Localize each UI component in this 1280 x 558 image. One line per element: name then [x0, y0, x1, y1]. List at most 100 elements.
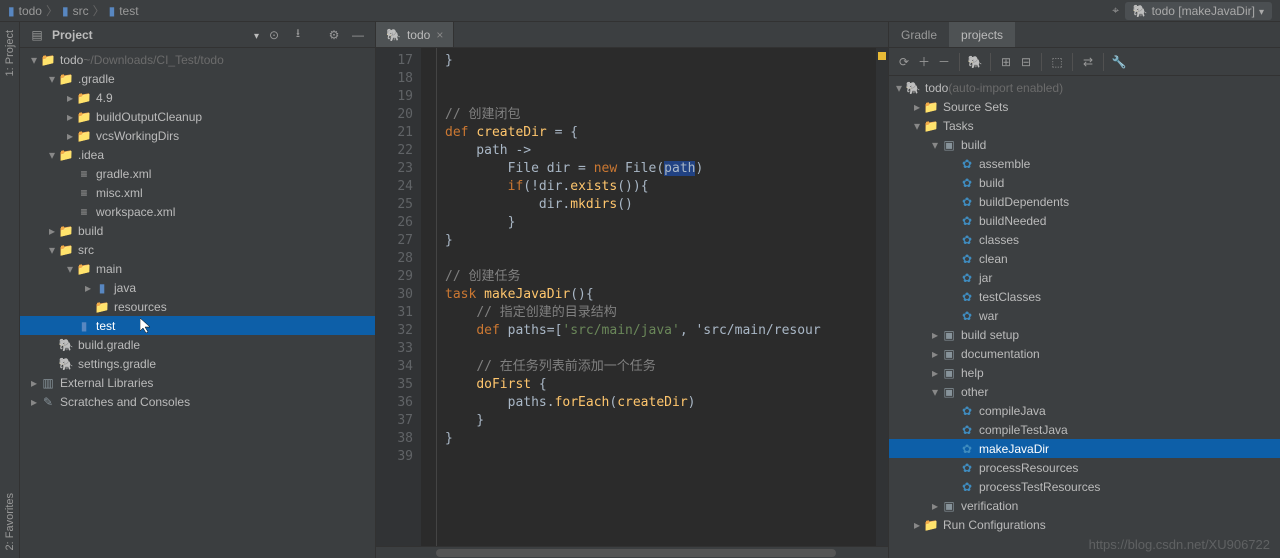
tree-twisty[interactable]	[911, 100, 923, 114]
tree-row[interactable]: 📁.gradle	[20, 69, 375, 88]
collapse-all-icon[interactable]: ⊟	[1017, 53, 1035, 71]
tree-row[interactable]: 📁main	[20, 259, 375, 278]
tree-row[interactable]: ≡misc.xml	[20, 183, 375, 202]
tree-twisty[interactable]	[893, 81, 905, 95]
gradle-tree-row[interactable]: ▣build	[889, 135, 1280, 154]
tree-twisty[interactable]	[82, 281, 94, 295]
gradle-tree-row[interactable]: ▣build setup	[889, 325, 1280, 344]
tree-row[interactable]: 📁4.9	[20, 88, 375, 107]
tree-twisty[interactable]	[911, 518, 923, 532]
gradle-tree-row[interactable]: ✿compileJava	[889, 401, 1280, 420]
gradle-tree-row[interactable]: 📁Run Configurations	[889, 515, 1280, 534]
gradle-tree-row[interactable]: ▣documentation	[889, 344, 1280, 363]
tree-row[interactable]: ▮java	[20, 278, 375, 297]
tree-twisty[interactable]	[929, 366, 941, 380]
tree-row[interactable]: 📁todo ~/Downloads/CI_Test/todo	[20, 50, 375, 69]
breadcrumb-item[interactable]: ▮src	[62, 4, 89, 18]
tree-twisty[interactable]	[46, 72, 58, 86]
gradle-tree-row[interactable]: ✿buildDependents	[889, 192, 1280, 211]
tree-twisty[interactable]	[929, 385, 941, 399]
tree-twisty[interactable]	[28, 376, 40, 390]
collapse-icon[interactable]: ⭳	[289, 26, 307, 44]
tree-row[interactable]: 📁buildOutputCleanup	[20, 107, 375, 126]
hide-icon[interactable]: —	[349, 26, 367, 44]
breadcrumb-item[interactable]: ▮test	[109, 4, 139, 18]
breadcrumb-item[interactable]: ▮todo	[8, 4, 42, 18]
tree-row[interactable]: 📁src	[20, 240, 375, 259]
execute-icon[interactable]: 🐘	[966, 53, 984, 71]
chevron-down-icon[interactable]	[254, 28, 259, 42]
gradle-tree-row[interactable]: ✿assemble	[889, 154, 1280, 173]
tree-twisty[interactable]	[64, 110, 76, 124]
warning-mark[interactable]	[878, 52, 886, 60]
tree-row[interactable]: 🐘settings.gradle	[20, 354, 375, 373]
gradle-tree-row[interactable]: ✿makeJavaDir	[889, 439, 1280, 458]
gradle-tree-row[interactable]: ▣verification	[889, 496, 1280, 515]
compass-icon[interactable]: ⌖	[1107, 2, 1125, 20]
gradle-tree-row[interactable]: 🐘todo (auto-import enabled)	[889, 78, 1280, 97]
add-icon[interactable]: ＋	[915, 53, 933, 71]
locate-icon[interactable]: ⊙	[265, 26, 283, 44]
gradle-tree-row[interactable]: 📁Source Sets	[889, 97, 1280, 116]
gradle-tree-row[interactable]: ✿testClasses	[889, 287, 1280, 306]
tree-twisty[interactable]	[64, 129, 76, 143]
fold-column[interactable]	[421, 48, 437, 546]
project-tool-tab[interactable]: 1: Project	[2, 22, 18, 84]
tree-row[interactable]: ✎Scratches and Consoles	[20, 392, 375, 411]
gradle-tree-row[interactable]: ▣other	[889, 382, 1280, 401]
projects-tab[interactable]: projects	[949, 22, 1015, 47]
gradle-tree-row[interactable]: ✿compileTestJava	[889, 420, 1280, 439]
project-dropdown-icon[interactable]: ▤	[28, 26, 46, 44]
gear-icon[interactable]: ⚙	[325, 26, 343, 44]
scrollbar-thumb[interactable]	[436, 549, 836, 557]
gradle-tree-row[interactable]: ✿build	[889, 173, 1280, 192]
code-area[interactable]: 1718192021222324252627282930313233343536…	[376, 48, 888, 546]
tree-twisty[interactable]	[929, 499, 941, 513]
tree-row[interactable]: 📁resources	[20, 297, 375, 316]
remove-icon[interactable]: －	[935, 53, 953, 71]
close-icon[interactable]: ×	[436, 28, 443, 42]
gradle-tree-row[interactable]: ✿processTestResources	[889, 477, 1280, 496]
tree-row[interactable]: 📁build	[20, 221, 375, 240]
favorites-tool-tab[interactable]: 2: Favorites	[2, 485, 18, 558]
tree-twisty[interactable]	[929, 138, 941, 152]
gradle-tree-row[interactable]: ▣help	[889, 363, 1280, 382]
gradle-tree-row[interactable]: ✿war	[889, 306, 1280, 325]
gradle-tree-row[interactable]: ✿buildNeeded	[889, 211, 1280, 230]
tree-row[interactable]: ▮test	[20, 316, 375, 335]
tree-twisty[interactable]	[46, 148, 58, 162]
tree-twisty[interactable]	[28, 53, 40, 67]
run-config-selector[interactable]: 🐘 todo [makeJavaDir]	[1125, 2, 1272, 20]
tree-twisty[interactable]	[911, 119, 923, 133]
error-stripe[interactable]	[876, 48, 888, 546]
code-text[interactable]: } // 创建闭包def createDir = { path -> File …	[437, 48, 876, 546]
wrench-icon[interactable]: 🔧	[1110, 53, 1128, 71]
gradle-tree-row[interactable]: ✿jar	[889, 268, 1280, 287]
gradle-tree-row[interactable]: ✿classes	[889, 230, 1280, 249]
show-deps-icon[interactable]: ⬚	[1048, 53, 1066, 71]
editor-tab-todo[interactable]: 🐘 todo ×	[376, 22, 454, 47]
gradle-tree-row[interactable]: ✿processResources	[889, 458, 1280, 477]
tree-row[interactable]: ≡workspace.xml	[20, 202, 375, 221]
tree-row[interactable]: 🐘build.gradle	[20, 335, 375, 354]
gradle-tree-row[interactable]: ✿clean	[889, 249, 1280, 268]
tree-twisty[interactable]	[46, 243, 58, 257]
tree-twisty[interactable]	[64, 262, 76, 276]
gradle-tab[interactable]: Gradle	[889, 22, 949, 47]
tree-twisty[interactable]	[28, 395, 40, 409]
tree-twisty[interactable]	[929, 347, 941, 361]
tree-row[interactable]: ≡gradle.xml	[20, 164, 375, 183]
horizontal-scrollbar[interactable]	[376, 546, 888, 558]
tree-twisty[interactable]	[64, 91, 76, 105]
tree-row[interactable]: 📁vcsWorkingDirs	[20, 126, 375, 145]
tree-row[interactable]: ▥External Libraries	[20, 373, 375, 392]
refresh-icon[interactable]: ⟳	[895, 53, 913, 71]
tree-twisty[interactable]	[929, 328, 941, 342]
tree-row[interactable]: 📁.idea	[20, 145, 375, 164]
offline-icon[interactable]: ⇄	[1079, 53, 1097, 71]
gradle-tree-row[interactable]: 📁Tasks	[889, 116, 1280, 135]
gradle-tree[interactable]: 🐘todo (auto-import enabled)📁Source Sets📁…	[889, 76, 1280, 558]
project-tree[interactable]: 📁todo ~/Downloads/CI_Test/todo📁.gradle📁4…	[20, 48, 375, 558]
expand-icon[interactable]: ⊞	[997, 53, 1015, 71]
tree-twisty[interactable]	[46, 224, 58, 238]
